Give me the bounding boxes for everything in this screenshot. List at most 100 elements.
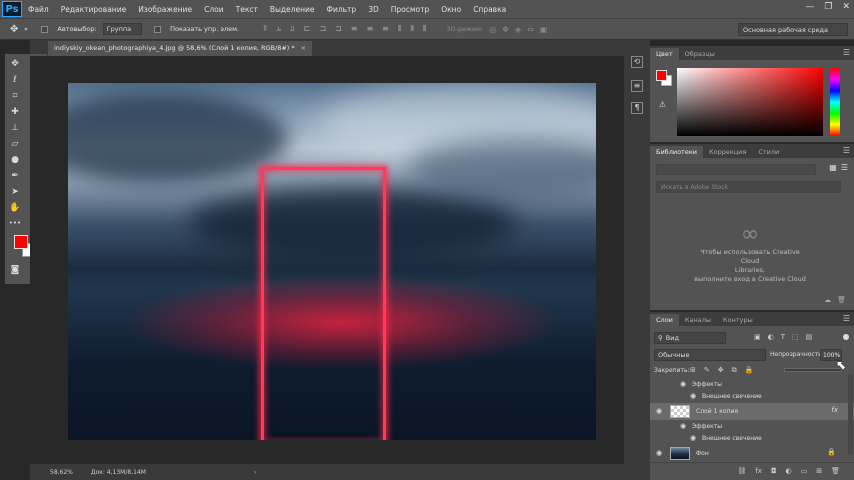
panel-menu-icon[interactable]: ☰ [843, 314, 850, 323]
history-panel-icon[interactable]: ⟲ [631, 56, 643, 68]
tab-channels[interactable]: Каналы [679, 314, 717, 326]
more-tools-icon[interactable]: ••• [8, 217, 22, 229]
foreground-color-swatch[interactable] [14, 235, 28, 249]
menu-filter[interactable]: Фильтр [321, 5, 363, 14]
menu-view[interactable]: Просмотр [385, 5, 436, 14]
menu-help[interactable]: Справка [467, 5, 512, 14]
distribute-center-icon[interactable]: ≡ [366, 24, 373, 34]
distribute-hcenter-icon[interactable]: ⦀ [410, 24, 414, 34]
minimize-button[interactable]: — [805, 2, 814, 12]
document-canvas[interactable] [68, 83, 596, 440]
menu-layers[interactable]: Слои [198, 5, 230, 14]
align-left-icon[interactable]: ⊏ [304, 24, 311, 34]
paragraph-panel-icon[interactable]: ¶ [631, 102, 643, 114]
lock-transparent-icon[interactable]: ⊞ [690, 366, 696, 375]
fx-icon[interactable]: fx [831, 406, 838, 414]
3d-tool-icons[interactable]: ◎✥◈⇔▣ [489, 25, 553, 34]
color-field[interactable] [677, 68, 823, 136]
blur-icon[interactable]: ● [8, 154, 22, 166]
autoselect-checkbox[interactable] [41, 25, 49, 33]
close-tab-icon[interactable]: × [301, 44, 306, 52]
eye-icon[interactable]: ◉ [656, 407, 662, 415]
eye-icon[interactable]: ◉ [680, 422, 686, 430]
distribute-top-icon[interactable]: ≡ [351, 24, 358, 34]
menu-window[interactable]: Окно [435, 5, 467, 14]
align-vcenter-icon[interactable]: ⫨ [277, 24, 282, 34]
filter-type-icon[interactable]: T [781, 333, 785, 341]
stamp-icon[interactable]: ⊥ [8, 122, 22, 134]
menu-image[interactable]: Изображение [132, 5, 198, 14]
tab-swatches[interactable]: Образцы [679, 48, 721, 60]
move-icon[interactable]: ✥ [8, 58, 22, 70]
document-tab[interactable]: indiyskiy_okean_photographiya_4.jpg @ 58… [48, 41, 313, 56]
layer-kind-filter[interactable]: ⚲ Вид [654, 332, 726, 344]
autoselect-select[interactable]: Группа [102, 23, 143, 35]
filter-shape-icon[interactable]: ⬚ [792, 333, 799, 341]
distribute-right-icon[interactable]: ⦀ [423, 24, 427, 34]
lock-artboard-icon[interactable]: ⧉ [732, 366, 737, 375]
blend-mode-select[interactable]: Обычные [654, 349, 766, 361]
tab-styles[interactable]: Стили [752, 146, 785, 158]
align-top-icon[interactable]: ⫪ [263, 24, 268, 34]
zoom-level[interactable]: 58,62% [50, 469, 73, 476]
lock-position-icon[interactable]: ✥ [718, 366, 724, 375]
eraser-icon[interactable]: ▱ [8, 138, 22, 150]
filter-pixel-icon[interactable]: ▣ [754, 333, 761, 341]
tab-adjustments[interactable]: Коррекция [703, 146, 752, 158]
color-fg-swatch[interactable] [656, 70, 667, 81]
hand-icon[interactable]: ✋ [8, 202, 22, 214]
lock-pixels-icon[interactable]: ✎ [704, 366, 710, 375]
new-layer-icon[interactable]: ⊞ [816, 467, 822, 480]
filter-adjust-icon[interactable]: ◐ [768, 333, 774, 341]
move-tool-icon[interactable]: ✥ [10, 24, 18, 35]
filter-toggle[interactable] [843, 334, 849, 340]
menu-type[interactable]: Текст [230, 5, 264, 14]
grid-view-icon[interactable]: ▦ [829, 163, 837, 172]
layer-name[interactable]: Слой 1 копия [696, 408, 738, 415]
maximize-button[interactable]: ❐ [824, 2, 832, 12]
menu-edit[interactable]: Редактирование [55, 5, 132, 14]
tool-preset-arrow-icon[interactable]: ▾ [24, 26, 27, 33]
add-mask-icon[interactable]: ◘ [771, 467, 777, 480]
align-bottom-icon[interactable]: ⫫ [290, 24, 295, 34]
distribute-bottom-icon[interactable]: ≡ [382, 24, 389, 34]
crop-icon[interactable]: ⌗ [8, 90, 22, 102]
library-search-input[interactable]: Искать в Adobe Stock [656, 181, 841, 193]
eye-icon[interactable]: ◉ [680, 380, 686, 388]
quick-mask-icon[interactable]: ◙ [8, 264, 22, 276]
opacity-slider[interactable] [784, 368, 842, 372]
gamut-warning-icon[interactable]: ⚠ [659, 100, 666, 109]
delete-layer-icon[interactable]: 🗑 [831, 467, 840, 480]
menu-3d[interactable]: 3D [362, 5, 385, 14]
workspace-select[interactable]: Основная рабочая среда [738, 23, 848, 36]
layer-row-background[interactable]: ◉ Фон 🔒 [650, 445, 854, 462]
tab-paths[interactable]: Контуры [717, 314, 759, 326]
layer-name[interactable]: Фон [696, 450, 709, 457]
tab-libraries[interactable]: Библиотеки [650, 146, 703, 158]
new-group-icon[interactable]: ▭ [801, 467, 808, 480]
properties-panel-icon[interactable]: ≡ [631, 80, 643, 92]
distribute-left-icon[interactable]: ⦀ [398, 24, 402, 34]
eye-icon[interactable]: ◉ [656, 449, 662, 457]
add-style-icon[interactable]: fx [755, 467, 762, 480]
healing-icon[interactable]: ✚ [8, 106, 22, 118]
link-layers-icon[interactable]: ⛓ [737, 467, 746, 480]
layer-effect-row[interactable]: ◉ Внешнее свечение [650, 390, 854, 403]
menu-file[interactable]: Файл [22, 5, 55, 14]
menu-select[interactable]: Выделение [264, 5, 321, 14]
status-menu-arrow-icon[interactable]: › [254, 469, 256, 476]
panel-menu-icon[interactable]: ☰ [843, 48, 850, 57]
align-right-icon[interactable]: ⊐ [335, 24, 342, 34]
tab-color[interactable]: Цвет [650, 48, 679, 60]
show-controls-checkbox[interactable] [154, 25, 162, 33]
adjustment-layer-icon[interactable]: ◐ [786, 467, 792, 480]
close-button[interactable]: ✕ [842, 2, 850, 12]
lock-all-icon[interactable]: 🔒 [745, 366, 754, 375]
pen-icon[interactable]: ✒ [8, 170, 22, 182]
path-select-icon[interactable]: ➤ [8, 186, 22, 198]
align-hcenter-icon[interactable]: ⊐ [319, 24, 326, 34]
eye-icon[interactable]: ◉ [690, 392, 696, 400]
eye-icon[interactable]: ◉ [690, 434, 696, 442]
library-select[interactable] [656, 164, 816, 175]
cloud-sync-icon[interactable]: ☁ [824, 296, 831, 304]
